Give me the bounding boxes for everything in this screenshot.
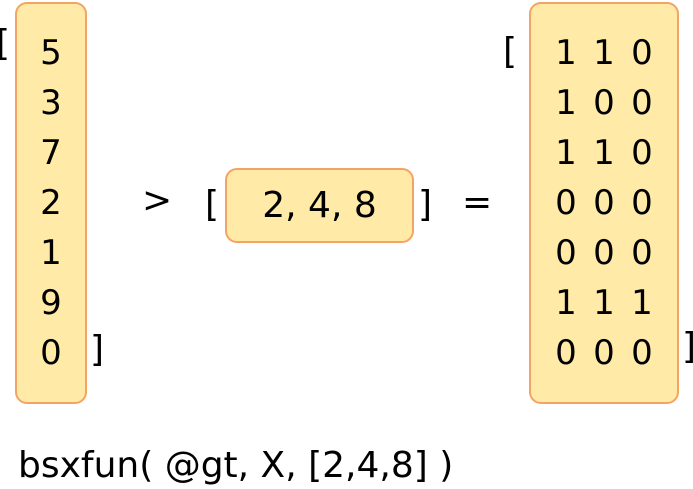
column-vector-cell: 9 bbox=[40, 283, 62, 323]
row-vector-box: 2, 4, 8 bbox=[225, 168, 414, 243]
result-matrix-cell: 0 bbox=[631, 333, 653, 373]
result-matrix-cell: 1 bbox=[593, 283, 615, 323]
column-vector-cell: 2 bbox=[40, 183, 62, 223]
result-matrix-cell: 1 bbox=[593, 33, 615, 73]
result-matrix-cell: 0 bbox=[631, 233, 653, 273]
column-vector-open-bracket: [ bbox=[0, 24, 10, 64]
column-vector-cell: 7 bbox=[40, 133, 62, 173]
result-matrix-cell: 0 bbox=[555, 233, 577, 273]
result-matrix-cell: 1 bbox=[555, 283, 577, 323]
greater-than-operator: > bbox=[142, 180, 173, 221]
column-vector-cell: 3 bbox=[40, 83, 62, 123]
result-matrix-cell: 1 bbox=[593, 133, 615, 173]
result-matrix-cell: 0 bbox=[593, 233, 615, 273]
result-matrix-close-bracket: ] bbox=[682, 327, 693, 367]
column-vector-cell: 5 bbox=[40, 33, 62, 73]
result-matrix-cell: 0 bbox=[631, 83, 653, 123]
result-matrix-cell: 1 bbox=[555, 33, 577, 73]
result-matrix-cell: 0 bbox=[593, 83, 615, 123]
result-matrix-cell: 1 bbox=[555, 133, 577, 173]
result-matrix-cell: 0 bbox=[631, 183, 653, 223]
result-matrix-row: 0 0 0 bbox=[531, 178, 677, 228]
result-matrix-row: 1 0 0 bbox=[531, 78, 677, 128]
row-vector-values: 2, 4, 8 bbox=[262, 185, 377, 226]
result-matrix-cell: 1 bbox=[631, 283, 653, 323]
column-vector-cell: 1 bbox=[40, 233, 62, 273]
result-matrix-cell: 0 bbox=[631, 133, 653, 173]
result-matrix-row: 1 1 1 bbox=[531, 278, 677, 328]
result-matrix-cell: 1 bbox=[555, 83, 577, 123]
result-matrix-box: 1 1 0 1 0 0 1 1 0 0 0 0 0 0 0 1 1 1 0 0 … bbox=[529, 2, 679, 404]
result-matrix-row: 0 0 0 bbox=[531, 328, 677, 378]
equals-sign: = bbox=[462, 182, 493, 223]
row-vector-open-bracket: [ bbox=[205, 184, 220, 225]
result-matrix-cell: 0 bbox=[555, 333, 577, 373]
result-matrix-cell: 0 bbox=[593, 333, 615, 373]
code-caption: bsxfun( @gt, X, [2,4,8] ) bbox=[18, 445, 454, 486]
result-matrix-cell: 0 bbox=[593, 183, 615, 223]
result-matrix-open-bracket: [ bbox=[503, 31, 518, 72]
column-vector-box: 5 3 7 2 1 9 0 bbox=[15, 2, 87, 404]
result-matrix-row: 1 1 0 bbox=[531, 128, 677, 178]
result-matrix-cell: 0 bbox=[631, 33, 653, 73]
result-matrix-row: 0 0 0 bbox=[531, 228, 677, 278]
result-matrix-row: 1 1 0 bbox=[531, 28, 677, 78]
column-vector-close-bracket: ] bbox=[90, 329, 105, 370]
column-vector-cell: 0 bbox=[40, 333, 62, 373]
row-vector-close-bracket: ] bbox=[418, 184, 433, 225]
result-matrix-cell: 0 bbox=[555, 183, 577, 223]
